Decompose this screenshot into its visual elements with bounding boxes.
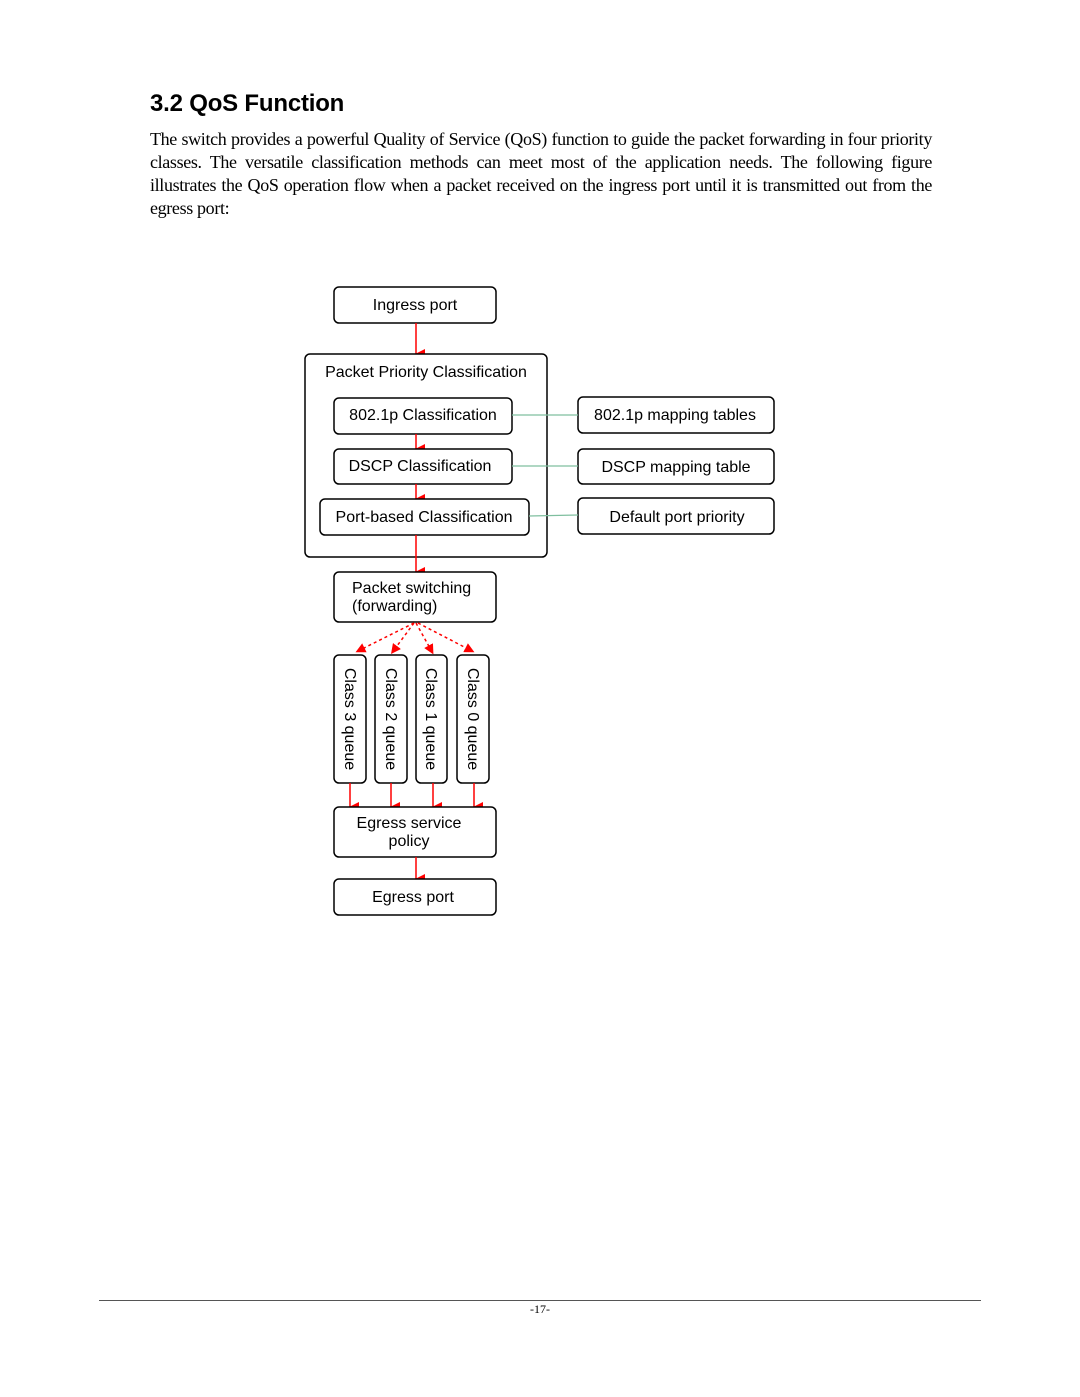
queue-class1: Class 1 queue (415, 654, 448, 784)
footer-rule (99, 1300, 981, 1301)
packet-switching-label-line2: (forwarding) (352, 598, 437, 615)
classification-group-label: Packet Priority Classification (325, 364, 527, 381)
queue-class3-label: Class 3 queue (341, 668, 358, 770)
queue-class0: Class 0 queue (456, 654, 490, 784)
mapping-8021p-box: 802.1p mapping tables (577, 396, 775, 434)
queue-class2-label: Class 2 queue (382, 668, 399, 770)
mapping-8021p-label: 802.1p mapping tables (594, 407, 756, 424)
mapping-default-box: Default port priority (577, 497, 775, 535)
packet-switching-box: Packet switching (forwarding) (333, 571, 497, 623)
classifier-port-box: Port-based Classification (319, 498, 530, 536)
egress-port-box: Egress port (333, 878, 497, 916)
queue-class3: Class 3 queue (333, 654, 367, 784)
queue-class2: Class 2 queue (374, 654, 408, 784)
mapping-default-label: Default port priority (609, 509, 744, 526)
classifier-8021p-label: 802.1p Classification (349, 407, 497, 424)
dashed-arrow-class3 (355, 622, 415, 653)
egress-port-label: Egress port (372, 889, 454, 906)
egress-policy-label-line1: Egress service (357, 815, 462, 832)
classifier-8021p-box: 802.1p Classification (333, 397, 513, 435)
classifier-port-label: Port-based Classification (336, 509, 513, 526)
dashed-arrow-class0 (417, 622, 475, 653)
queue-class0-label: Class 0 queue (464, 668, 481, 770)
packet-switching-label-line1: Packet switching (352, 580, 471, 597)
classifier-dscp-label: DSCP Classification (349, 458, 492, 475)
classifier-dscp-box: DSCP Classification (333, 448, 513, 485)
page-number: -17- (530, 1302, 550, 1316)
queue-class1-label: Class 1 queue (422, 668, 439, 770)
ingress-port-box: Ingress port (333, 286, 497, 324)
dashed-arrow-class1 (415, 622, 434, 655)
mapping-dscp-box: DSCP mapping table (577, 448, 775, 485)
mapping-dscp-label: DSCP mapping table (601, 459, 750, 476)
egress-policy-box: Egress service policy (333, 806, 497, 858)
qos-flow-diagram: Ingress port Packet Priority Classificat… (304, 286, 775, 916)
egress-policy-label-line2: policy (389, 833, 430, 850)
ingress-port-label: Ingress port (373, 297, 458, 314)
dashed-fanout-arrows (355, 622, 475, 655)
dashed-arrow-class2 (391, 622, 415, 655)
